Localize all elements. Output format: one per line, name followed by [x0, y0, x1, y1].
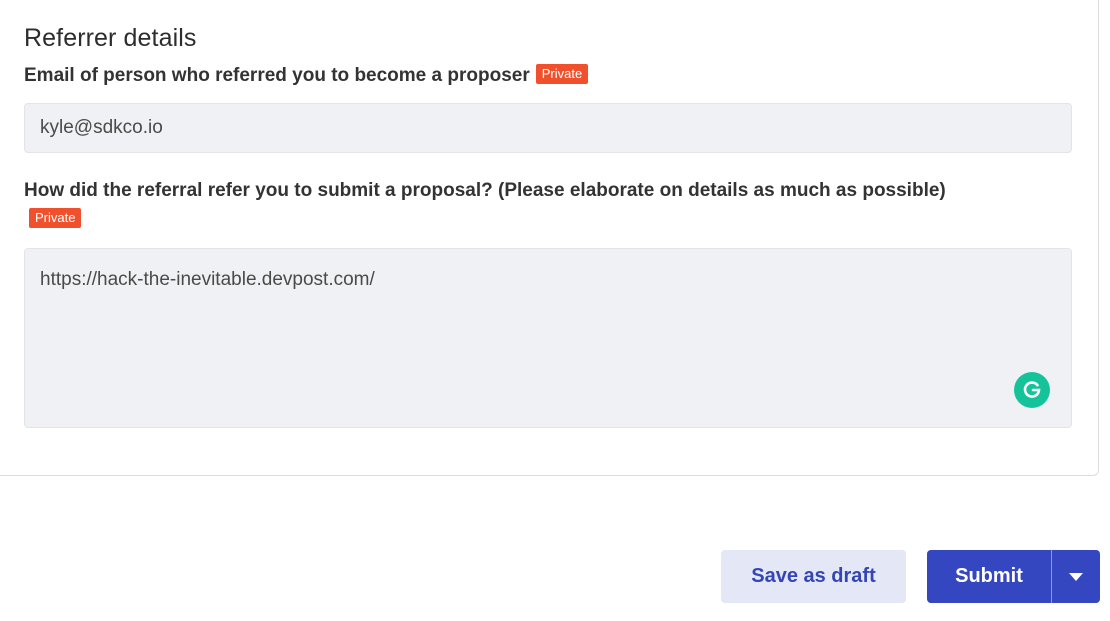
private-badge: Private [535, 64, 589, 84]
section-title: Referrer details [24, 24, 197, 52]
submit-button[interactable]: Submit [927, 550, 1051, 603]
referrer-email-label: Email of person who referred you to beco… [24, 64, 589, 87]
referral-description-value: https://hack-the-inevitable.devpost.com/ [40, 269, 375, 290]
referrer-email-label-text: Email of person who referred you to beco… [24, 65, 530, 86]
referral-description-label: How did the referral refer you to submit… [24, 178, 1084, 204]
referral-description-textarea[interactable]: https://hack-the-inevitable.devpost.com/ [24, 248, 1072, 428]
referral-badge-wrap: Private [23, 208, 82, 230]
referrer-email-value: kyle@sdkco.io [40, 117, 163, 138]
submit-options-button[interactable] [1052, 550, 1100, 603]
private-badge: Private [29, 208, 82, 228]
save-as-draft-button[interactable]: Save as draft [721, 550, 906, 603]
referrer-email-field[interactable]: kyle@sdkco.io [24, 103, 1072, 153]
referral-description-label-text: How did the referral refer you to submit… [24, 180, 946, 201]
grammarly-g-glyph [1023, 381, 1041, 398]
grammarly-icon[interactable] [1014, 372, 1050, 408]
caret-down-icon [1069, 572, 1083, 581]
